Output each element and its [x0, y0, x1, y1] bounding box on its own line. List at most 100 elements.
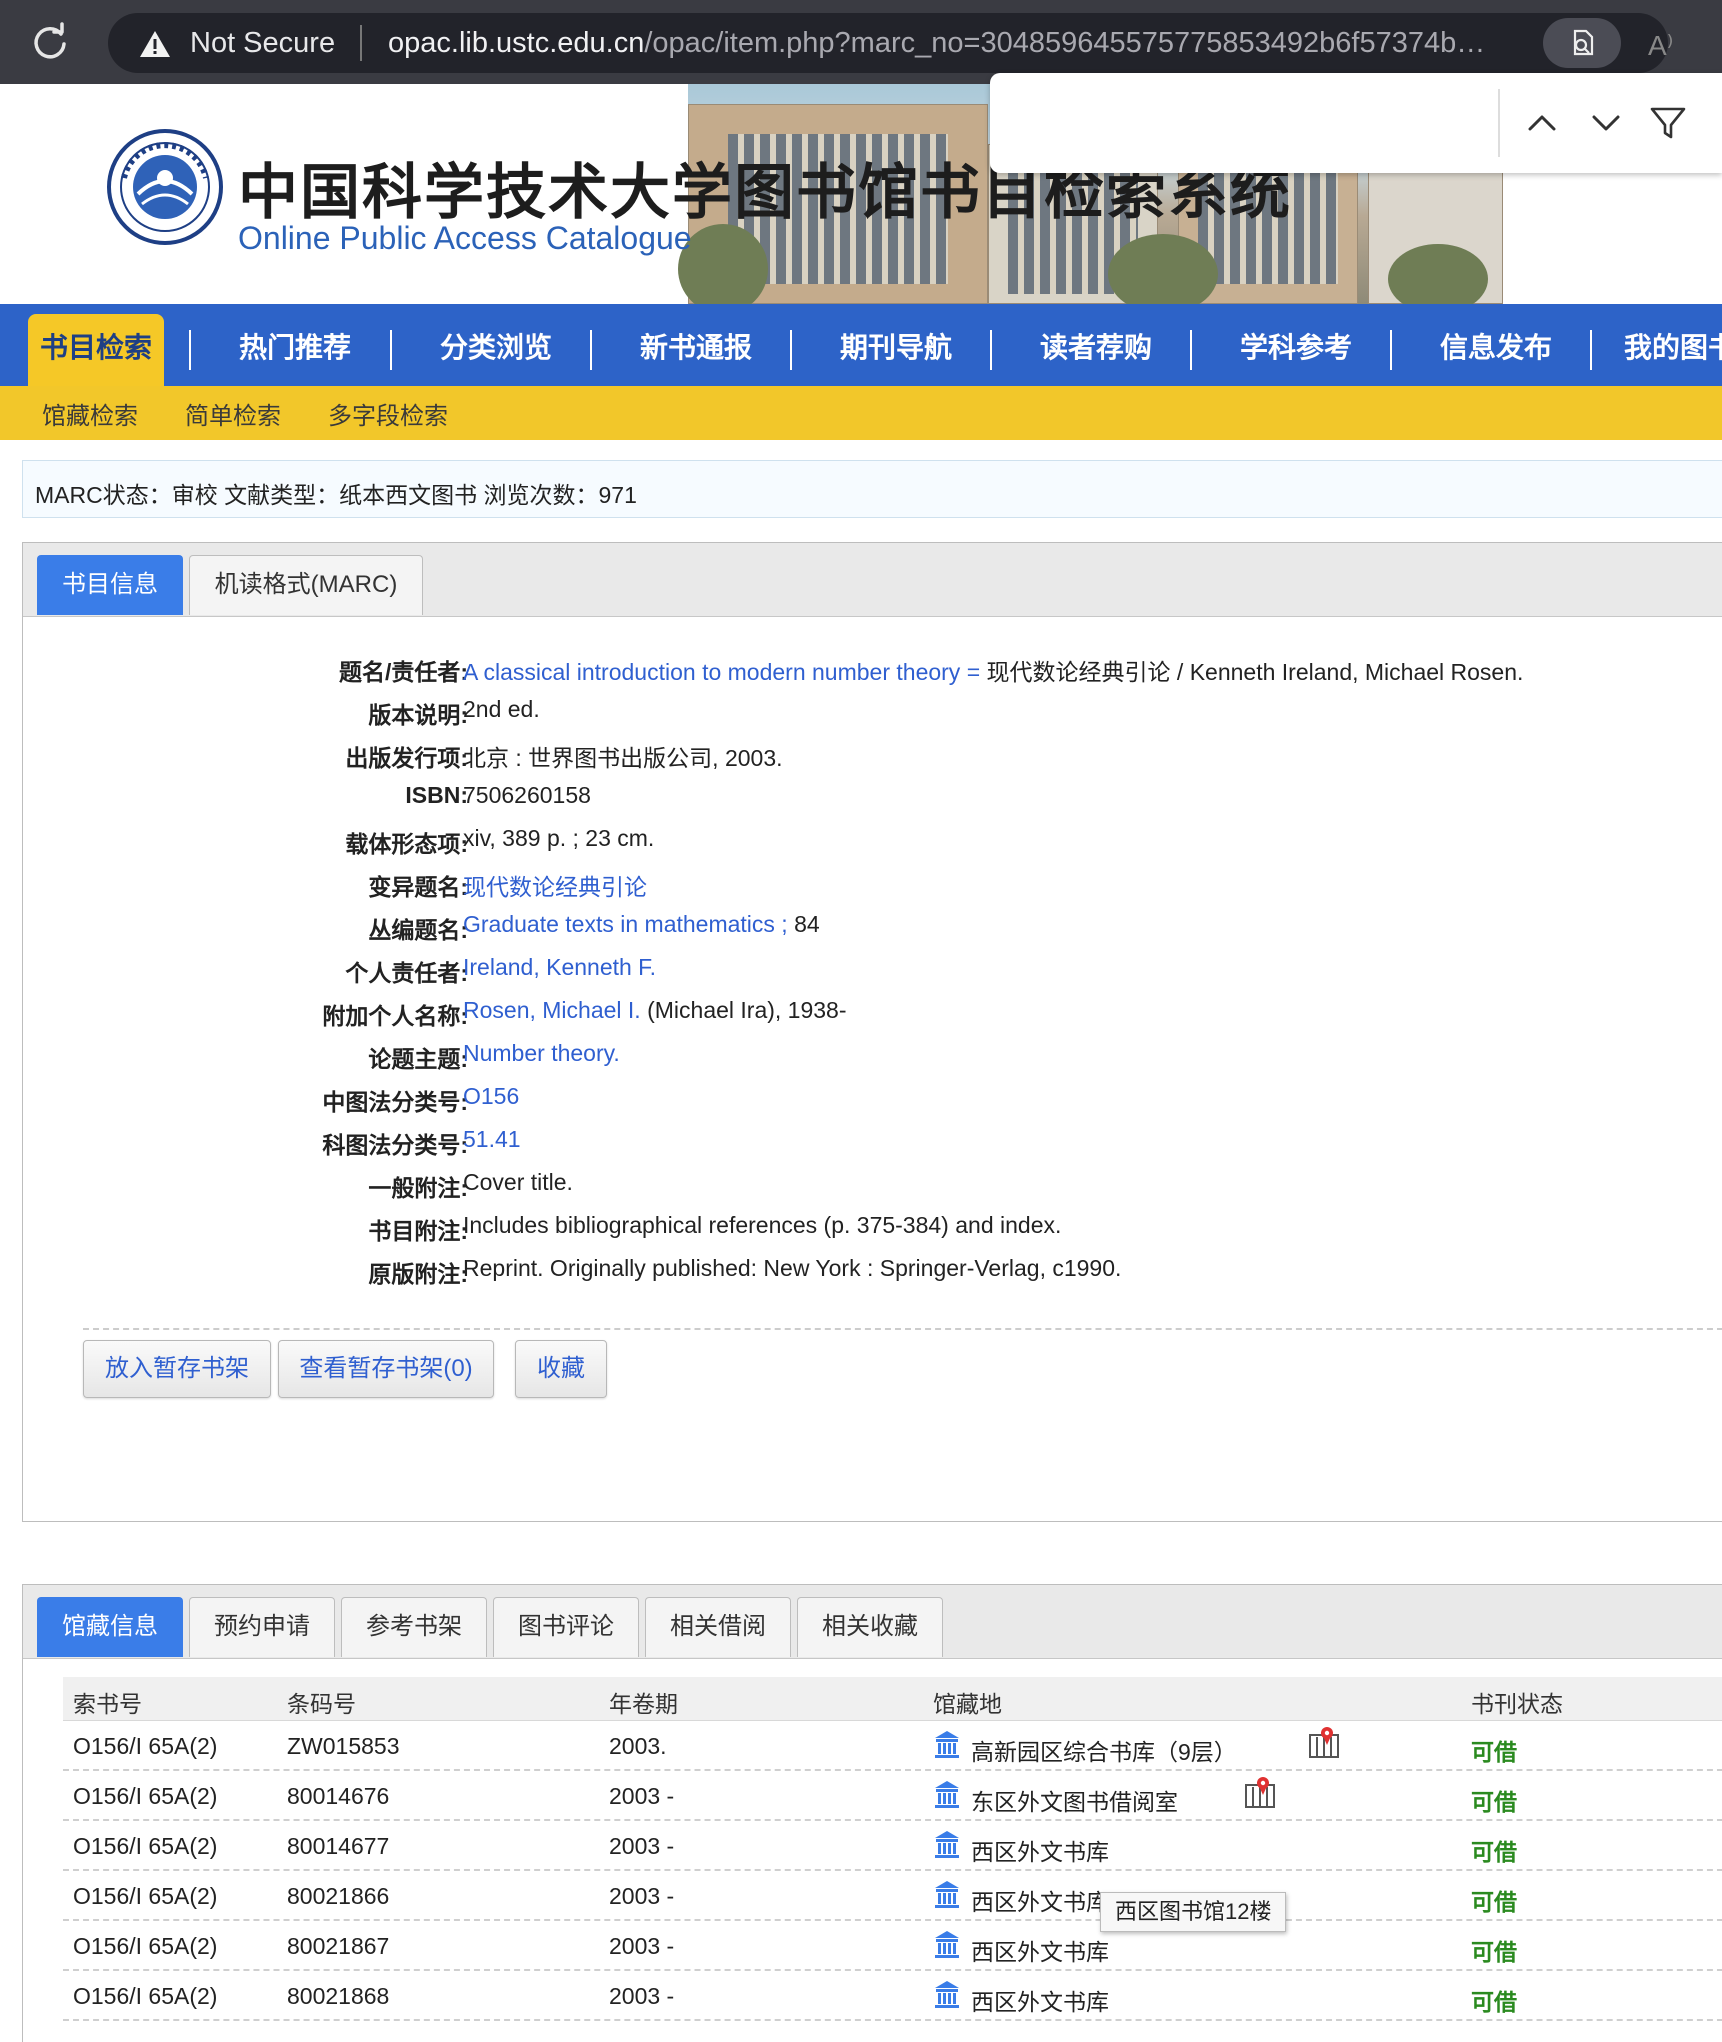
- view-shelf-button[interactable]: 查看暂存书架(0): [278, 1340, 494, 1398]
- location-name[interactable]: 东区外文图书借阅室: [971, 1783, 1178, 1817]
- barcode: ZW015853: [287, 1733, 400, 1759]
- site-info-button[interactable]: [1543, 18, 1621, 68]
- address-bar[interactable]: Not Secure opac.lib.ustc.edu.cn/opac/ite…: [108, 13, 1674, 73]
- location-name[interactable]: 西区外文书库: [971, 1933, 1109, 1967]
- chevron-down-icon[interactable]: [1584, 101, 1628, 145]
- library-building-icon: [935, 1781, 959, 1808]
- bib-value: 2nd ed.: [463, 696, 540, 722]
- nav-item-my-library[interactable]: 我的图书: [1624, 314, 1722, 386]
- find-bar: [990, 73, 1722, 173]
- added-author-link[interactable]: Rosen, Michael I.: [463, 997, 641, 1023]
- nav-item-catalog-search[interactable]: 书目检索: [28, 314, 164, 386]
- marc-status-box: MARC状态：审校 文献类型：纸本西文图书 浏览次数：971: [22, 460, 1722, 518]
- find-divider: [1498, 89, 1500, 157]
- nav-item-popular[interactable]: 热门推荐: [200, 314, 390, 386]
- find-input[interactable]: [1000, 83, 1480, 163]
- subject-link[interactable]: Number theory.: [463, 1040, 620, 1067]
- tab-reference-shelf[interactable]: 参考书架: [341, 1597, 487, 1657]
- tab-marc[interactable]: 机读格式(MARC): [189, 555, 423, 615]
- tab-reviews[interactable]: 图书评论: [493, 1597, 639, 1657]
- clc-link[interactable]: O156: [463, 1083, 519, 1110]
- tab-bib-info[interactable]: 书目信息: [37, 555, 183, 615]
- add-to-shelf-button[interactable]: 放入暂存书架: [83, 1340, 271, 1398]
- year-volume: 2003.: [609, 1733, 667, 1759]
- bib-label: 出版发行项:: [345, 745, 468, 771]
- bib-row-added-author: 附加个人名称: Rosen, Michael I. (Michael Ira),…: [23, 997, 1722, 1037]
- chevron-up-icon[interactable]: [1520, 101, 1564, 145]
- nav-item-recommend[interactable]: 读者荐购: [996, 314, 1196, 386]
- warning-icon[interactable]: [138, 29, 172, 59]
- bib-row-subject: 论题主题: Number theory.: [23, 1040, 1722, 1080]
- variant-title-link[interactable]: 现代数论经典引论: [463, 868, 647, 902]
- shelf-map-icon[interactable]: [1243, 1775, 1277, 1809]
- subnav-multi-field-search[interactable]: 多字段检索: [328, 396, 448, 431]
- bib-row-series: 丛编题名: Graduate texts in mathematics ; 84: [23, 911, 1722, 951]
- bib-row-physical: 载体形态项: xiv, 389 p. ; 23 cm.: [23, 825, 1722, 865]
- bib-row-author: 个人责任者: Ireland, Kenneth F.: [23, 954, 1722, 994]
- barcode: 80021866: [287, 1883, 390, 1909]
- nav-item-journals[interactable]: 期刊导航: [796, 314, 996, 386]
- bib-label: 附加个人名称:: [322, 1003, 468, 1029]
- nav-item-browse[interactable]: 分类浏览: [396, 314, 596, 386]
- location-name[interactable]: 西区外文书库: [971, 1983, 1109, 2017]
- nav-separator: [1590, 330, 1592, 370]
- bib-value: Includes bibliographical references (p. …: [463, 1212, 1062, 1238]
- url-text[interactable]: opac.lib.ustc.edu.cn/opac/item.php?marc_…: [388, 27, 1528, 60]
- bib-value: A classical introduction to modern numbe…: [463, 653, 1523, 687]
- document-search-icon: [1573, 29, 1594, 56]
- read-aloud-icon[interactable]: A⁾: [1648, 29, 1674, 62]
- tab-related-loans[interactable]: 相关借阅: [645, 1597, 791, 1657]
- tab-reservation[interactable]: 预约申请: [189, 1597, 335, 1657]
- bib-value: xiv, 389 p. ; 23 cm.: [463, 825, 655, 851]
- bib-row-clc: 中图法分类号: O156: [23, 1083, 1722, 1123]
- nav-item-news[interactable]: 信息发布: [1396, 314, 1596, 386]
- location-name[interactable]: 西区外文书库: [971, 1883, 1109, 1917]
- call-number: O156/I 65A(2): [73, 1933, 218, 1959]
- subnav-simple-search[interactable]: 简单检索: [185, 396, 281, 431]
- holdings-tab-strip: 馆藏信息 预约申请 参考书架 图书评论 相关借阅 相关收藏: [23, 1585, 1722, 1659]
- nav-item-new-books[interactable]: 新书通报: [596, 314, 796, 386]
- table-row: O156/I 65A(2) 80014676 2003 - 东区外文图书借阅室 可借: [63, 1771, 1722, 1821]
- tab-holdings[interactable]: 馆藏信息: [37, 1597, 183, 1657]
- call-number: O156/I 65A(2): [73, 1783, 218, 1809]
- bib-label: 书目附注:: [368, 1218, 468, 1244]
- nav-item-subjects[interactable]: 学科参考: [1196, 314, 1396, 386]
- sci-class-link[interactable]: 51.41: [463, 1126, 521, 1153]
- status-badge: 可借: [1471, 1789, 1517, 1815]
- col-barcode: 条码号: [287, 1691, 356, 1717]
- subnav-collection-search[interactable]: 馆藏检索: [42, 396, 138, 431]
- call-number: O156/I 65A(2): [73, 1883, 218, 1909]
- location-name[interactable]: 高新园区综合书库（9层）: [971, 1733, 1237, 1767]
- favorite-button[interactable]: 收藏: [515, 1340, 607, 1398]
- call-number: O156/I 65A(2): [73, 1733, 218, 1759]
- bib-label: 丛编题名:: [368, 917, 468, 943]
- col-location: 馆藏地: [933, 1691, 1002, 1717]
- bib-value: Cover title.: [463, 1169, 573, 1195]
- tab-related-favorites[interactable]: 相关收藏: [797, 1597, 943, 1657]
- year-volume: 2003 -: [609, 1783, 675, 1809]
- year-volume: 2003 -: [609, 1833, 675, 1859]
- shelf-map-icon[interactable]: [1307, 1725, 1341, 1759]
- author-link[interactable]: Ireland, Kenneth F.: [463, 954, 656, 981]
- table-row: O156/I 65A(2) 80014677 2003 - 西区外文书库 可借: [63, 1821, 1722, 1871]
- library-building-icon: [935, 1831, 959, 1858]
- call-number: O156/I 65A(2): [73, 1833, 218, 1859]
- bib-label: 科图法分类号:: [322, 1132, 468, 1158]
- bib-label: 题名/责任者:: [338, 659, 468, 685]
- nav-separator: [590, 330, 592, 370]
- location-name[interactable]: 西区外文书库: [971, 1833, 1109, 1867]
- bib-label: 中图法分类号:: [322, 1089, 468, 1115]
- series-link[interactable]: Graduate texts in mathematics ;: [463, 911, 788, 937]
- bib-value: Reprint. Originally published: New York …: [463, 1255, 1122, 1281]
- reload-icon[interactable]: [30, 22, 70, 62]
- col-call-number: 索书号: [73, 1691, 142, 1717]
- filter-icon[interactable]: [1646, 101, 1690, 145]
- bib-label: 论题主题:: [368, 1046, 468, 1072]
- security-label[interactable]: Not Secure: [190, 27, 335, 60]
- bib-label: ISBN:: [405, 782, 468, 808]
- bib-label: 变异题名:: [368, 874, 468, 900]
- bib-row-publisher: 出版发行项: 北京 : 世界图书出版公司, 2003.: [23, 739, 1722, 779]
- library-building-icon: [935, 1981, 959, 2008]
- title-link[interactable]: A classical introduction to modern numbe…: [463, 659, 980, 685]
- bib-tab-strip: 书目信息 机读格式(MARC): [23, 543, 1722, 617]
